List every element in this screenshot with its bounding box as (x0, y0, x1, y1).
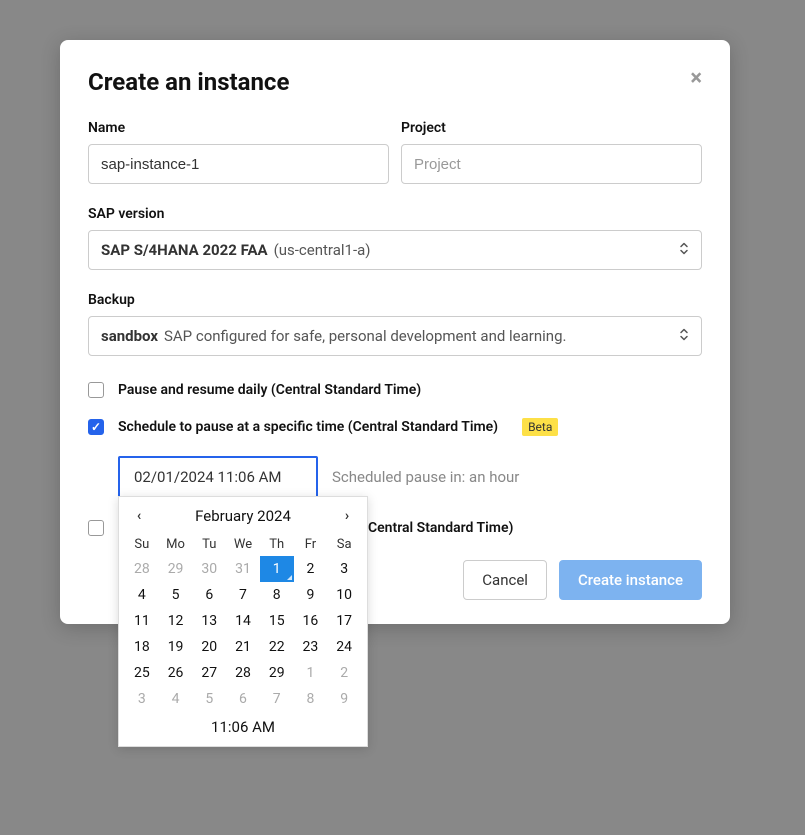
datetime-hint: Scheduled pause in: an hour (332, 468, 519, 486)
name-label: Name (88, 120, 389, 136)
calendar-day-cell[interactable]: 4 (159, 686, 193, 712)
backup-label: Backup (88, 292, 702, 308)
backup-desc: SAP configured for safe, personal develo… (164, 327, 567, 345)
calendar-day-cell[interactable]: 8 (260, 582, 294, 608)
calendar-day-cell[interactable]: 9 (294, 582, 328, 608)
sap-version-label: SAP version (88, 206, 702, 222)
calendar-time-label[interactable]: 11:06 AM (119, 712, 367, 738)
calendar-prev-icon[interactable]: ‹ (129, 508, 149, 524)
backup-value: sandbox (101, 327, 158, 345)
calendar-day-cell[interactable]: 28 (226, 660, 260, 686)
datetime-container: 02/01/2024 11:06 AM Scheduled pause in: … (118, 456, 702, 498)
name-group: Name (88, 120, 389, 184)
calendar-header: ‹ February 2024 › (119, 497, 367, 533)
form-row-name-project: Name Project (88, 120, 702, 184)
calendar-day-cell[interactable]: 2 (294, 556, 328, 582)
calendar-day-cell[interactable]: 24 (327, 634, 361, 660)
extra-checkbox[interactable] (88, 520, 104, 536)
backup-select[interactable]: sandbox SAP configured for safe, persona… (88, 316, 702, 356)
chevron-updown-icon (679, 328, 689, 345)
calendar-day-cell[interactable]: 27 (192, 660, 226, 686)
calendar-day-cell[interactable]: 5 (192, 686, 226, 712)
calendar-day-cell[interactable]: 28 (125, 556, 159, 582)
calendar-day-cell[interactable]: 30 (192, 556, 226, 582)
calendar-day-cell[interactable]: 7 (260, 686, 294, 712)
extra-label-partial: Central Standard Time) (368, 520, 513, 536)
calendar-day-cell[interactable]: 21 (226, 634, 260, 660)
calendar-day-cell[interactable]: 11 (125, 608, 159, 634)
calendar-day-cell[interactable]: 8 (294, 686, 328, 712)
calendar-day-cell[interactable]: 22 (260, 634, 294, 660)
close-icon[interactable]: × (690, 68, 702, 90)
beta-badge: Beta (522, 418, 558, 436)
schedule-pause-row: ✓ Schedule to pause at a specific time (… (88, 418, 702, 436)
create-instance-button[interactable]: Create instance (559, 560, 702, 600)
calendar-day-cell[interactable]: 17 (327, 608, 361, 634)
calendar-day-cell[interactable]: 31 (226, 556, 260, 582)
create-instance-modal: Create an instance × Name Project SAP ve… (60, 40, 730, 624)
calendar-day-cell[interactable]: 20 (192, 634, 226, 660)
calendar-day-cell[interactable]: 13 (192, 608, 226, 634)
calendar-day-cell[interactable]: 6 (226, 686, 260, 712)
sap-version-select[interactable]: SAP S/4HANA 2022 FAA (us-central1-a) (88, 230, 702, 270)
sap-version-region: (us-central1-a) (274, 241, 371, 259)
calendar-dow-cell: Mo (159, 533, 193, 556)
calendar-dow-cell: We (226, 533, 260, 556)
pause-daily-row: Pause and resume daily (Central Standard… (88, 382, 702, 398)
calendar-day-cell[interactable]: 9 (327, 686, 361, 712)
pause-daily-label: Pause and resume daily (Central Standard… (118, 382, 421, 398)
datetime-input[interactable]: 02/01/2024 11:06 AM (118, 456, 318, 498)
modal-header: Create an instance × (88, 68, 702, 96)
calendar-day-cell[interactable]: 25 (125, 660, 159, 686)
calendar-day-cell[interactable]: 10 (327, 582, 361, 608)
calendar-days-grid: 2829303112345678910111213141516171819202… (119, 556, 367, 712)
calendar-day-cell[interactable]: 12 (159, 608, 193, 634)
calendar-day-cell[interactable]: 1 (294, 660, 328, 686)
pause-daily-checkbox[interactable] (88, 382, 104, 398)
calendar-day-cell[interactable]: 7 (226, 582, 260, 608)
calendar-day-cell[interactable]: 15 (260, 608, 294, 634)
calendar-day-cell[interactable]: 2 (327, 660, 361, 686)
datepicker-popover: ‹ February 2024 › SuMoTuWeThFrSa 2829303… (118, 496, 368, 747)
calendar-day-cell[interactable]: 3 (125, 686, 159, 712)
calendar-dow-cell: Fr (294, 533, 328, 556)
project-input[interactable] (401, 144, 702, 184)
calendar-next-icon[interactable]: › (337, 508, 357, 524)
project-label: Project (401, 120, 702, 136)
chevron-updown-icon (679, 242, 689, 259)
calendar-dow-row: SuMoTuWeThFrSa (119, 533, 367, 556)
sap-version-value: SAP S/4HANA 2022 FAA (101, 241, 268, 259)
calendar-day-cell[interactable]: 5 (159, 582, 193, 608)
name-input[interactable] (88, 144, 389, 184)
schedule-pause-label: Schedule to pause at a specific time (Ce… (118, 419, 498, 435)
calendar-day-cell[interactable]: 3 (327, 556, 361, 582)
calendar-month-label: February 2024 (195, 507, 291, 525)
calendar-day-cell[interactable]: 29 (159, 556, 193, 582)
calendar-day-cell[interactable]: 26 (159, 660, 193, 686)
schedule-pause-checkbox[interactable]: ✓ (88, 419, 104, 435)
calendar-day-cell[interactable]: 6 (192, 582, 226, 608)
project-group: Project (401, 120, 702, 184)
calendar-day-cell[interactable]: 1 (260, 556, 294, 582)
calendar-day-cell[interactable]: 18 (125, 634, 159, 660)
calendar-dow-cell: Sa (327, 533, 361, 556)
cancel-button[interactable]: Cancel (463, 560, 547, 600)
calendar-day-cell[interactable]: 16 (294, 608, 328, 634)
calendar-day-cell[interactable]: 14 (226, 608, 260, 634)
calendar-day-cell[interactable]: 23 (294, 634, 328, 660)
calendar-day-cell[interactable]: 4 (125, 582, 159, 608)
calendar-day-cell[interactable]: 19 (159, 634, 193, 660)
backup-group: Backup sandbox SAP configured for safe, … (88, 292, 702, 356)
calendar-dow-cell: Tu (192, 533, 226, 556)
sap-version-group: SAP version SAP S/4HANA 2022 FAA (us-cen… (88, 206, 702, 270)
calendar-dow-cell: Th (260, 533, 294, 556)
calendar-day-cell[interactable]: 29 (260, 660, 294, 686)
modal-title: Create an instance (88, 68, 289, 96)
calendar-dow-cell: Su (125, 533, 159, 556)
